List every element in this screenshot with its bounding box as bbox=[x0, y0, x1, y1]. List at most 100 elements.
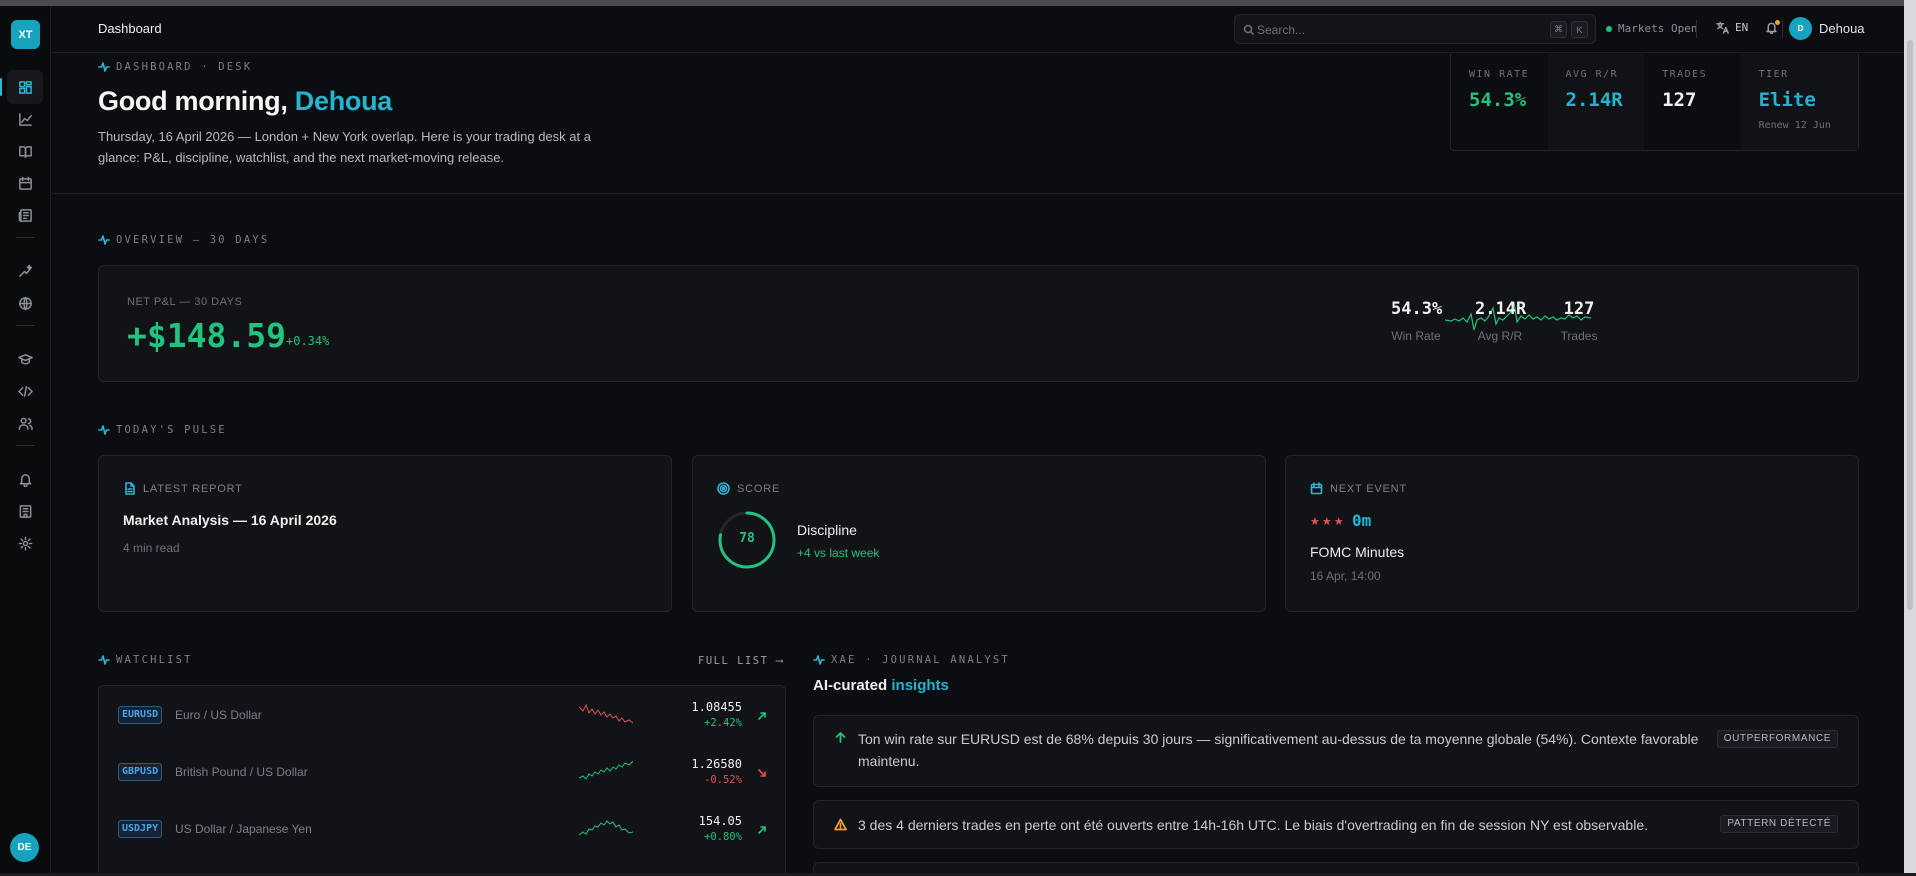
globe-icon bbox=[18, 296, 32, 310]
status-dot bbox=[1606, 25, 1612, 32]
caption-label: SCORE bbox=[737, 482, 781, 495]
page-scrollbar[interactable] bbox=[1904, 0, 1916, 876]
sidebar-item-broker[interactable] bbox=[7, 494, 43, 528]
hero-subtitle: Thursday, 16 April 2026 — London + New Y… bbox=[98, 129, 591, 165]
stat-value: 2.14R bbox=[1475, 299, 1527, 319]
insights-heading-text: AI-curated bbox=[813, 677, 888, 694]
sidebar-item-developer[interactable] bbox=[7, 374, 43, 408]
search-input[interactable]: Search... ⌘ K bbox=[1234, 14, 1596, 44]
insights-eyebrow: XAE · JOURNAL ANALYST bbox=[813, 654, 1010, 666]
sidebar-item-settings[interactable] bbox=[7, 526, 43, 560]
insights-heading-highlight: insights bbox=[891, 677, 949, 694]
user-avatar[interactable]: DE bbox=[10, 833, 39, 862]
watchlist-eyebrow-label: WATCHLIST bbox=[116, 654, 193, 666]
sidebar-item-analytics[interactable] bbox=[7, 102, 43, 136]
sidebar-item-dashboard[interactable] bbox=[0, 70, 43, 104]
insight-card[interactable]: 3 des 4 derniers trades en perte ont été… bbox=[813, 800, 1859, 849]
stat-value: 54.3% bbox=[1391, 299, 1443, 319]
academy-icon bbox=[17, 353, 33, 364]
sidebar-item-alerts[interactable] bbox=[7, 462, 43, 496]
shortcut-cmd-key: ⌘ bbox=[1550, 21, 1567, 38]
kpi-value: 54.3% bbox=[1469, 89, 1527, 111]
watchlist-row[interactable]: GBPUSD British Pound / US Dollar 1.26580… bbox=[99, 743, 785, 800]
bell-icon bbox=[19, 473, 31, 487]
greeting-heading: Good morning, Dehoua bbox=[98, 86, 392, 117]
pair-name: Euro / US Dollar bbox=[175, 708, 262, 722]
sidebar-item-journal[interactable] bbox=[7, 134, 43, 168]
app-logo[interactable]: XT bbox=[11, 20, 40, 49]
event-name: FOMC Minutes bbox=[1310, 544, 1405, 560]
kpi-summary: WIN RATE 54.3% AVG R/R 2.14R TRADES 127 … bbox=[1450, 54, 1859, 151]
card-caption: NEXT EVENT bbox=[1310, 482, 1407, 495]
market-status-label: Markets Open bbox=[1618, 22, 1698, 35]
next-event-card[interactable]: NEXT EVENT ★★★ 0m FOMC Minutes 16 Apr, 1… bbox=[1285, 455, 1859, 612]
header-divider bbox=[1782, 20, 1783, 38]
sidebar-item-news[interactable] bbox=[7, 198, 43, 232]
notifications-button[interactable] bbox=[1765, 20, 1780, 39]
insights-icon bbox=[18, 264, 32, 277]
event-countdown: 0m bbox=[1352, 511, 1372, 530]
stat-label: Trades bbox=[1560, 329, 1598, 343]
user-name: Dehoua bbox=[1819, 21, 1865, 36]
stat-avg-rr: 2.14R Avg R/R bbox=[1475, 299, 1527, 343]
sidebar-item-markets[interactable] bbox=[7, 286, 43, 320]
gear-icon bbox=[18, 536, 32, 550]
watchlist-card: EURUSD Euro / US Dollar 1.08455 +2.42% G… bbox=[98, 685, 786, 873]
event-time: 16 Apr, 14:00 bbox=[1310, 569, 1381, 583]
arrow-down-right-icon bbox=[757, 765, 767, 777]
symbol-badge: EURUSD bbox=[118, 706, 163, 724]
price-block: 154.05 +0.80% bbox=[699, 814, 742, 843]
insight-card[interactable]: Ton win rate sur EURUSD est de 68% depui… bbox=[813, 715, 1859, 787]
pnl-value: +$148.59 bbox=[127, 316, 286, 355]
stat-value: 127 bbox=[1563, 299, 1595, 319]
hero-eyebrow: DASHBOARD · DESK bbox=[98, 61, 252, 73]
discipline-score-card[interactable]: SCORE 78 Discipline +4 vs last week bbox=[692, 455, 1266, 612]
score-gauge: 78 bbox=[717, 510, 777, 570]
full-list-link[interactable]: FULL LIST ⟶ bbox=[698, 655, 784, 667]
score-value: 78 bbox=[739, 531, 755, 546]
watchlist-row[interactable]: EURUSD Euro / US Dollar 1.08455 +2.42% bbox=[99, 686, 785, 743]
sidebar-item-insights[interactable] bbox=[7, 254, 43, 288]
top-bar: Dashboard Search... ⌘ K Markets Open EN … bbox=[52, 6, 1904, 53]
pulse-icon bbox=[98, 655, 110, 665]
language-label: EN bbox=[1735, 21, 1749, 34]
dashboard-icon bbox=[18, 80, 32, 94]
insight-text: Ton win rate sur EURUSD est de 68% depui… bbox=[858, 731, 1699, 769]
sidebar: XT DE bbox=[0, 6, 51, 873]
watchlist-row[interactable]: USDJPY US Dollar / Japanese Yen 154.05 +… bbox=[99, 800, 785, 857]
kpi-win-rate: WIN RATE 54.3% bbox=[1451, 54, 1548, 150]
latest-report-card[interactable]: LATEST REPORT Market Analysis — 16 April… bbox=[98, 455, 672, 612]
sidebar-item-calendar[interactable] bbox=[7, 166, 43, 200]
symbol-badge: GBPUSD bbox=[118, 763, 163, 781]
card-caption: LATEST REPORT bbox=[123, 482, 243, 495]
header-divider bbox=[1696, 20, 1697, 38]
search-placeholder: Search... bbox=[1257, 23, 1306, 37]
kpi-label: TIER bbox=[1758, 69, 1789, 80]
search-icon bbox=[1243, 24, 1255, 36]
user-menu[interactable]: D Dehoua bbox=[1789, 17, 1865, 40]
pnl-card[interactable]: NET P&L — 30 DAYS +$148.59 +0.34% 54.3% … bbox=[98, 265, 1859, 382]
sidebar-item-community[interactable] bbox=[7, 406, 43, 440]
market-status: Markets Open bbox=[1606, 22, 1697, 35]
user-avatar-small: D bbox=[1789, 17, 1812, 40]
pair-name: British Pound / US Dollar bbox=[175, 765, 308, 779]
chart-icon bbox=[18, 112, 32, 126]
kpi-tier[interactable]: TIER Elite Renew 12 Jun bbox=[1740, 54, 1858, 150]
insights-eyebrow-label: XAE · JOURNAL ANALYST bbox=[831, 654, 1010, 666]
kpi-value: 127 bbox=[1662, 89, 1697, 111]
sidebar-divider bbox=[16, 325, 35, 326]
sidebar-item-academy[interactable] bbox=[7, 342, 43, 376]
insight-card[interactable] bbox=[813, 862, 1859, 873]
score-label: Discipline bbox=[797, 522, 857, 538]
pulse-icon bbox=[98, 62, 110, 72]
language-switcher[interactable]: EN bbox=[1716, 21, 1748, 34]
pnl-change: +0.34% bbox=[286, 334, 330, 348]
document-icon bbox=[125, 482, 135, 495]
kpi-label: AVG R/R bbox=[1565, 69, 1619, 80]
pulse-eyebrow-label: TODAY'S PULSE bbox=[116, 424, 227, 436]
watchlist-eyebrow: WATCHLIST bbox=[98, 654, 193, 666]
scrollbar-thumb[interactable] bbox=[1907, 40, 1913, 610]
overview-eyebrow: OVERVIEW — 30 DAYS bbox=[98, 234, 269, 246]
report-read-time: 4 min read bbox=[123, 541, 180, 555]
arrow-up-right-icon bbox=[757, 822, 767, 834]
